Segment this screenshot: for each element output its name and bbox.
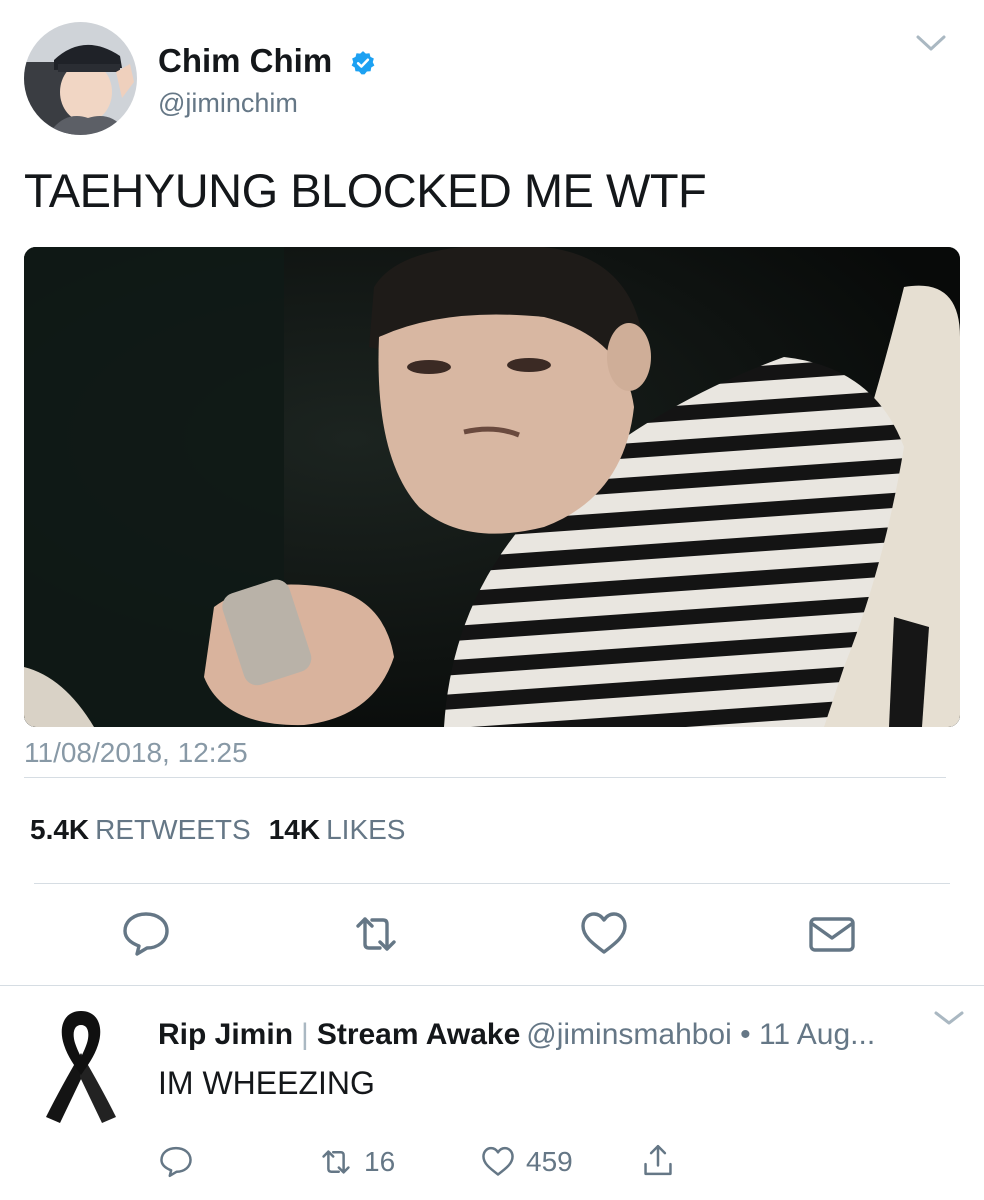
avatar-image (24, 22, 137, 135)
reply-display-name-2[interactable]: Stream Awake (317, 1018, 520, 1051)
reply-text: IM WHEEZING (158, 1065, 375, 1101)
retweets-count[interactable]: 5.4K (30, 814, 89, 845)
verified-badge-icon (351, 51, 375, 75)
divider (24, 777, 946, 778)
user-handle[interactable]: @jiminchim (158, 88, 298, 119)
tweet-stats: 5.4K RETWEETS 14K LIKES (30, 814, 423, 846)
share-icon (644, 1144, 672, 1176)
caret-down-icon[interactable] (932, 1008, 966, 1028)
reply-share-button[interactable] (640, 1140, 686, 1180)
divider (34, 883, 950, 884)
tweet-timestamp: 11/08/2018, 12:25 (24, 737, 248, 768)
reply-like-count: 459 (526, 1146, 573, 1177)
retweet-icon (322, 1150, 350, 1174)
reply-icon[interactable] (120, 908, 172, 960)
retweet-icon[interactable] (350, 908, 402, 960)
reply-retweet-count: 16 (364, 1146, 396, 1177)
likes-label[interactable]: LIKES (326, 814, 405, 845)
reply-like-button[interactable]: 459 (480, 1142, 573, 1182)
name-separator: | (301, 1018, 309, 1051)
reply-reply-button[interactable] (158, 1142, 204, 1182)
tweet-photo[interactable] (24, 247, 960, 727)
envelope-icon[interactable] (806, 908, 858, 960)
caret-down-icon[interactable] (914, 30, 948, 56)
profile-avatar[interactable] (24, 22, 137, 135)
reply-handle-time[interactable]: @jiminsmahboi • 11 Aug... (526, 1018, 875, 1051)
reply-header: Rip Jimin | Stream Awake @jiminsmahboi • 11… (158, 1018, 875, 1052)
black-ribbon-icon[interactable] (38, 1005, 124, 1125)
heart-icon (482, 1146, 514, 1176)
heart-icon[interactable] (578, 908, 630, 960)
reply-icon (160, 1146, 192, 1178)
display-name[interactable]: Chim Chim (158, 42, 332, 80)
reply-display-name[interactable]: Rip Jimin (158, 1018, 293, 1051)
likes-count[interactable]: 14K (269, 814, 320, 845)
retweets-label[interactable]: RETWEETS (95, 814, 251, 845)
section-divider (0, 985, 984, 986)
tweet-photo-image (24, 247, 960, 727)
tweet-text: TAEHYUNG BLOCKED ME WTF (24, 164, 707, 217)
reply-retweet-button[interactable]: 16 (318, 1142, 395, 1182)
